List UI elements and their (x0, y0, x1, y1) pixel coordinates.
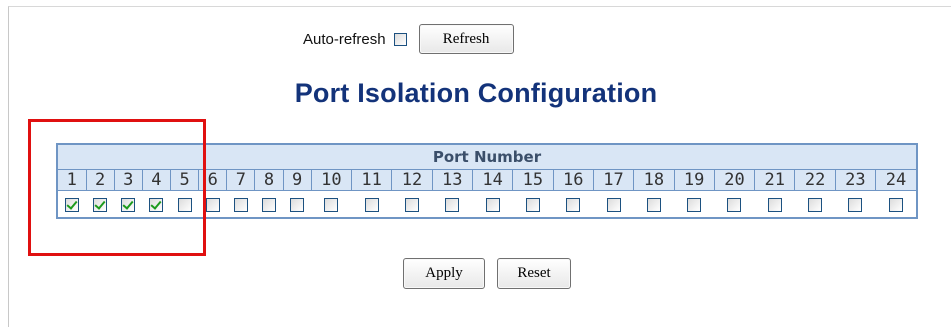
port-number-label: 9 (282, 169, 312, 191)
port-number-label: 11 (351, 169, 393, 191)
auto-refresh-checkbox[interactable] (393, 32, 407, 46)
port-number-label: 3 (113, 169, 143, 191)
port-14-checkbox[interactable] (485, 198, 500, 212)
port-number-label: 10 (310, 169, 353, 191)
port-4-checkbox[interactable] (149, 198, 164, 212)
port-12-checkbox[interactable] (404, 198, 419, 212)
refresh-button[interactable]: Refresh (418, 24, 514, 54)
port-11-checkbox[interactable] (364, 198, 379, 212)
port-3-checkbox[interactable] (121, 198, 136, 212)
port-checkbox-cell (592, 190, 634, 218)
refresh-bar: Auto-refresh Refresh (303, 24, 514, 54)
port-number-label: 13 (431, 169, 473, 191)
port-number-label: 16 (552, 169, 594, 191)
port-number-label: 5 (169, 169, 200, 191)
port-checkbox-cell (282, 190, 312, 218)
port-19-checkbox[interactable] (687, 198, 702, 212)
port-number-label: 14 (471, 169, 514, 191)
port-checkbox-cell (56, 190, 87, 218)
port-checkbox-cell (351, 190, 392, 218)
port-number-label: 18 (633, 169, 675, 191)
port-checkbox-cell (113, 190, 143, 218)
page-title: Port Isolation Configuration (294, 78, 658, 108)
port-table: Port Number 1 2 3 4 5 6 7 8 9 10 11 12 13 14 15 16 17 18 1… (56, 143, 918, 219)
port-number-label: 24 (875, 169, 918, 191)
port-10-checkbox[interactable] (324, 198, 339, 212)
port-number-label: 19 (673, 169, 715, 191)
port-8-checkbox[interactable] (261, 198, 276, 212)
port-checkbox-cell (310, 190, 352, 218)
port-13-checkbox[interactable] (445, 198, 460, 212)
reset-button[interactable]: Reset (497, 258, 571, 289)
port-checkbox-cell (431, 190, 473, 218)
port-number-label: 15 (512, 169, 554, 191)
apply-button[interactable]: Apply (403, 258, 485, 289)
port-number-row: 1 2 3 4 5 6 7 8 9 10 11 12 13 14 15 16 17 18 19 20 21 22 23 24 (56, 169, 918, 191)
port-checkbox-cell (673, 190, 715, 218)
port-checkbox-cell (794, 190, 836, 218)
port-20-checkbox[interactable] (727, 198, 742, 212)
port-17-checkbox[interactable] (606, 198, 621, 212)
port-table-header-row: Port Number (57, 144, 917, 170)
port-checkbox-cell (169, 190, 199, 218)
action-buttons: Apply Reset (403, 258, 571, 289)
port-7-checkbox[interactable] (233, 198, 248, 212)
port-number-label: 20 (713, 169, 756, 191)
port-checkbox-cell (226, 190, 255, 218)
port-15-checkbox[interactable] (525, 198, 540, 212)
port-1-checkbox[interactable] (64, 198, 79, 212)
port-checkbox-cell (875, 190, 917, 218)
port-checkbox-cell (471, 190, 513, 218)
port-18-checkbox[interactable] (646, 198, 661, 212)
port-checkbox-cell (834, 190, 876, 218)
port-checkbox-cell (141, 190, 171, 218)
port-number-label: 23 (834, 169, 877, 191)
auto-refresh-label: Auto-refresh (303, 30, 386, 48)
port-number-label: 21 (754, 169, 796, 191)
port-checkbox-row (56, 190, 917, 218)
port-23-checkbox[interactable] (848, 198, 863, 212)
port-22-checkbox[interactable] (808, 198, 823, 212)
port-checkbox-cell (391, 190, 433, 218)
port-checkbox-cell (254, 190, 284, 218)
port-16-checkbox[interactable] (566, 198, 581, 212)
port-checkbox-cell (633, 190, 675, 218)
port-number-header: Port Number (57, 144, 917, 170)
port-number-label: 6 (198, 169, 228, 191)
port-number-label: 2 (85, 169, 115, 191)
port-checkbox-cell (552, 190, 594, 218)
port-number-label: 4 (141, 169, 172, 191)
port-number-label: 8 (254, 169, 284, 191)
port-21-checkbox[interactable] (767, 198, 782, 212)
port-2-checkbox[interactable] (93, 198, 108, 212)
port-6-checkbox[interactable] (205, 198, 220, 212)
port-5-checkbox[interactable] (177, 198, 192, 212)
port-number-label: 17 (592, 169, 635, 191)
port-number-label: 7 (226, 169, 256, 191)
port-number-label: 1 (56, 169, 87, 191)
port-9-checkbox[interactable] (290, 198, 305, 212)
port-number-label: 22 (794, 169, 836, 191)
port-24-checkbox[interactable] (889, 198, 904, 212)
port-number-label: 12 (391, 169, 433, 191)
port-checkbox-cell (713, 190, 755, 218)
port-checkbox-cell (512, 190, 554, 218)
port-checkbox-cell (198, 190, 227, 218)
port-checkbox-cell (754, 190, 795, 218)
port-checkbox-cell (85, 190, 115, 218)
